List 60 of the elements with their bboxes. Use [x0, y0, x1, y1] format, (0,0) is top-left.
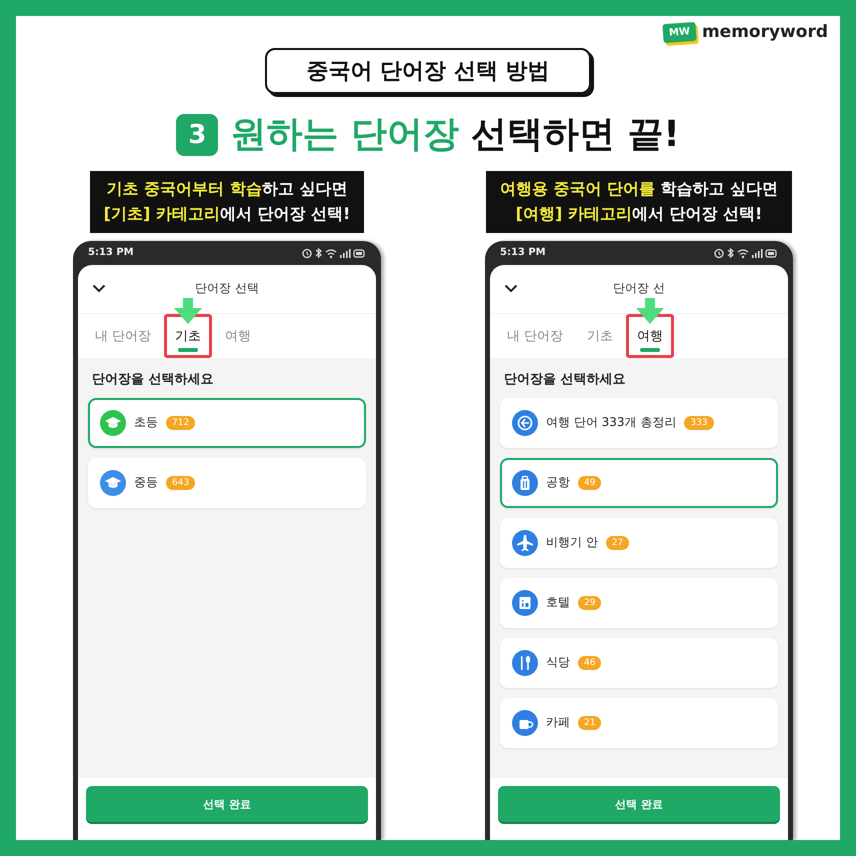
count-badge: 29 [578, 596, 602, 610]
status-time: 5:13 PM [500, 247, 546, 258]
count-badge: 49 [578, 476, 602, 490]
callout-text: 기초 중국어부터 학습하고 싶다면 [106, 178, 348, 200]
alarm-icon [302, 248, 312, 258]
wordbook-name: 식당 [546, 654, 570, 672]
screen-title: 단어장 선 [612, 280, 666, 298]
signal-icon [752, 248, 763, 258]
pointer-arrow [173, 298, 204, 324]
pointer-arrow [635, 298, 666, 324]
wordbook-card[interactable]: 식당 46 [500, 638, 778, 688]
count-badge: 333 [684, 416, 714, 430]
alarm-icon [714, 248, 724, 258]
category-tab[interactable]: 여행 [214, 314, 262, 358]
wordbook-card[interactable]: 공항 49 [500, 458, 778, 508]
wifi-icon [325, 248, 337, 258]
step-badge: 3 [176, 114, 218, 156]
count-badge: 46 [578, 656, 602, 670]
wordbook-name: 비행기 안 [546, 534, 598, 552]
wordbook-name: 초등 [134, 414, 158, 432]
headline-text: 선택하면 끝! [470, 113, 680, 157]
section-heading: 단어장을 선택하세요 [92, 370, 215, 388]
page-title: 중국어 단어장 선택 방법 [264, 48, 592, 94]
wordbook-card[interactable]: 중등 643 [88, 458, 366, 508]
wordbook-name: 중등 [134, 474, 158, 492]
count-badge: 712 [166, 416, 196, 430]
wordbook-card[interactable]: 여행 단어 333개 총정리 333 [500, 398, 778, 448]
status-time: 5:13 PM [88, 247, 134, 258]
callout-text: [여행] 카테고리에서 단어장 선택! [516, 202, 762, 225]
count-badge: 643 [166, 476, 196, 490]
chevron-down-icon[interactable] [504, 284, 518, 294]
category-tab[interactable]: 기초 [576, 314, 624, 358]
category-tab[interactable]: 기초 [164, 314, 212, 358]
callout-text: 여행용 중국어 단어를 학습하고 싶다면 [500, 178, 778, 200]
signal-icon [340, 248, 351, 258]
wordbook-name: 여행 단어 333개 총정리 [546, 414, 676, 432]
count-badge: 27 [606, 536, 630, 550]
chevron-down-icon[interactable] [92, 284, 106, 294]
battery-icon [765, 249, 777, 258]
wordbook-name: 공항 [546, 474, 570, 492]
bluetooth-icon [728, 247, 734, 258]
bluetooth-icon [316, 247, 322, 258]
category-tab[interactable]: 내 단어장 [84, 314, 162, 358]
callout-text: [기초] 카테고리에서 단어장 선택! [104, 202, 350, 225]
wordbook-name: 호텔 [546, 594, 570, 612]
battery-icon [353, 249, 365, 258]
category-tab[interactable]: 내 단어장 [496, 314, 574, 358]
logo-badge: MW [662, 21, 697, 43]
category-tab[interactable]: 여행 [626, 314, 674, 358]
wordbook-card[interactable]: 카페 21 [500, 698, 778, 748]
headline-accent: 원하는 단어장 [230, 113, 459, 157]
wordbook-name: 카페 [546, 714, 570, 732]
wifi-icon [737, 248, 749, 258]
screen-title: 단어장 선택 [194, 280, 260, 298]
wordbook-card[interactable]: 초등 712 [88, 398, 366, 448]
section-heading: 단어장을 선택하세요 [504, 370, 627, 388]
count-badge: 21 [578, 716, 602, 730]
wordbook-card[interactable]: 호텔 29 [500, 578, 778, 628]
wordbook-card[interactable]: 비행기 안 27 [500, 518, 778, 568]
brand-name: memoryword [702, 22, 828, 42]
